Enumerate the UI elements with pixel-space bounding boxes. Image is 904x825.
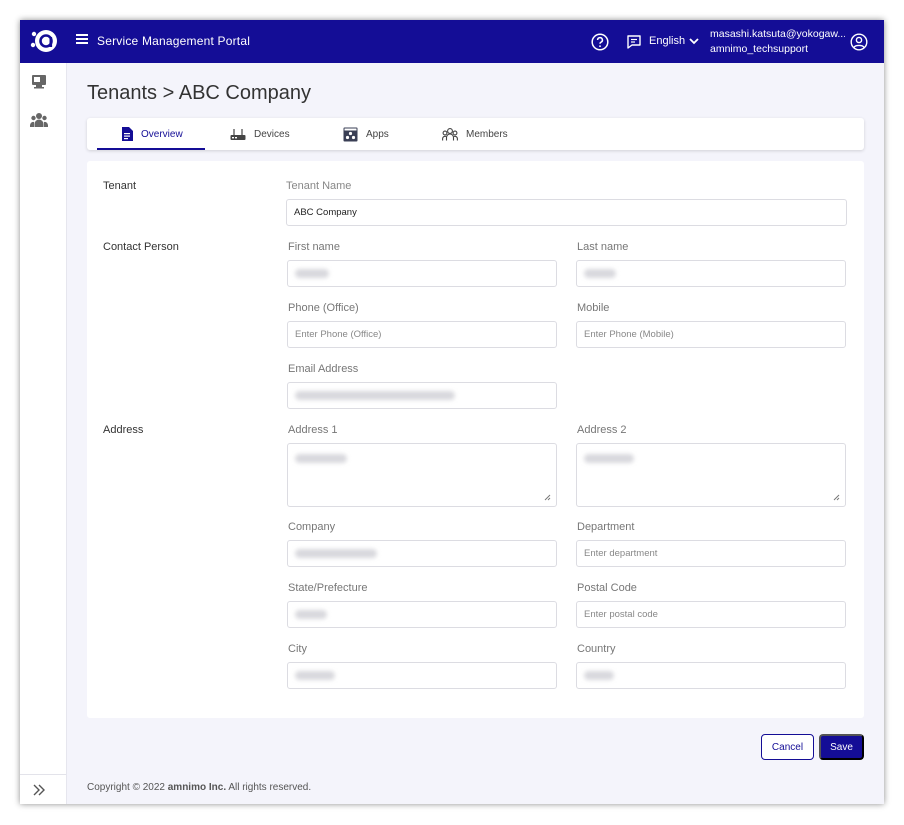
redacted-value <box>584 671 614 680</box>
account-icon[interactable] <box>850 33 868 51</box>
state-label: State/Prefecture <box>288 582 368 594</box>
redacted-value <box>295 454 347 463</box>
page-title: Tenants > ABC Company <box>87 82 312 104</box>
sidebar-footer <box>20 774 66 804</box>
app-window: Service Management Portal English masash… <box>20 20 884 804</box>
redacted-value <box>584 269 616 278</box>
redacted-value <box>295 610 327 619</box>
copyright-prefix: Copyright © 2022 <box>87 782 168 793</box>
department-field[interactable]: Enter department <box>576 540 846 567</box>
save-button[interactable]: Save <box>819 734 864 760</box>
section-address: Address <box>103 424 144 436</box>
address2-label: Address 2 <box>577 424 627 436</box>
tab-overview[interactable]: Overview <box>121 118 183 150</box>
language-selector[interactable]: English <box>649 35 685 47</box>
resize-handle-icon[interactable] <box>544 494 551 501</box>
redacted-value <box>584 454 634 463</box>
city-label: City <box>288 643 307 655</box>
top-bar: Service Management Portal English masash… <box>20 20 884 63</box>
section-tenant: Tenant <box>103 180 137 192</box>
copyright-suffix: All rights reserved. <box>226 782 312 793</box>
first-name-label: First name <box>288 241 340 253</box>
sidebar-item-devices-icon[interactable] <box>30 72 48 90</box>
address2-field[interactable] <box>576 443 846 507</box>
user-role: amnimo_techsupport <box>710 43 809 55</box>
help-icon[interactable] <box>591 33 609 51</box>
redacted-value <box>295 671 335 680</box>
feedback-icon[interactable] <box>626 34 642 50</box>
tab-label: Overview <box>141 128 183 140</box>
tenant-name-field[interactable]: ABC Company <box>286 199 847 226</box>
phone-office-label: Phone (Office) <box>288 302 359 314</box>
tab-apps[interactable]: Apps <box>343 118 389 150</box>
first-name-field[interactable] <box>287 260 557 287</box>
last-name-field[interactable] <box>576 260 846 287</box>
document-icon <box>122 127 133 141</box>
tenant-name-label: Tenant Name <box>286 180 352 192</box>
email-field[interactable] <box>287 382 557 409</box>
last-name-label: Last name <box>577 241 629 253</box>
apps-icon <box>343 127 358 141</box>
tab-devices[interactable]: Devices <box>230 118 290 150</box>
mobile-field[interactable]: Enter Phone (Mobile) <box>576 321 846 348</box>
active-tab-indicator <box>97 148 205 150</box>
sidebar <box>20 63 67 804</box>
company-field[interactable] <box>287 540 557 567</box>
router-icon <box>230 128 246 140</box>
copyright-footer: Copyright © 2022 amnimo Inc. All rights … <box>87 782 311 793</box>
amnimo-logo-icon[interactable] <box>30 28 58 54</box>
tab-members[interactable]: Members <box>442 118 508 150</box>
postal-code-field[interactable]: Enter postal code <box>576 601 846 628</box>
redacted-value <box>295 269 329 278</box>
company-label: Company <box>288 521 336 533</box>
address1-field[interactable] <box>287 443 557 507</box>
tab-bar: Overview Devices Apps Members <box>87 118 864 150</box>
email-label: Email Address <box>288 363 359 375</box>
tab-label: Devices <box>254 128 290 140</box>
mobile-label: Mobile <box>577 302 610 314</box>
redacted-value <box>295 391 455 400</box>
people-icon <box>442 127 458 140</box>
address1-label: Address 1 <box>288 424 338 436</box>
department-label: Department <box>577 521 635 533</box>
country-label: Country <box>577 643 616 655</box>
tenant-form-card: Tenant Tenant Name ABC Company Contact P… <box>87 161 864 718</box>
state-field[interactable] <box>287 601 557 628</box>
country-field[interactable] <box>576 662 846 689</box>
copyright-company: amnimo Inc. <box>167 782 227 793</box>
user-email: masashi.katsuta@yokogaw... <box>710 28 845 40</box>
redacted-value <box>295 549 377 558</box>
cancel-button[interactable]: Cancel <box>761 734 814 760</box>
sidebar-item-members-icon[interactable] <box>30 112 48 128</box>
city-field[interactable] <box>287 662 557 689</box>
menu-icon[interactable] <box>76 34 88 46</box>
postal-code-label: Postal Code <box>577 582 637 594</box>
phone-office-field[interactable]: Enter Phone (Office) <box>287 321 557 348</box>
portal-title: Service Management Portal <box>97 34 251 48</box>
expand-sidebar-icon[interactable] <box>32 783 46 797</box>
section-contact-person: Contact Person <box>103 241 179 253</box>
tab-label: Members <box>466 128 508 140</box>
resize-handle-icon[interactable] <box>833 494 840 501</box>
chevron-down-icon[interactable] <box>688 36 700 46</box>
tab-label: Apps <box>366 128 389 140</box>
